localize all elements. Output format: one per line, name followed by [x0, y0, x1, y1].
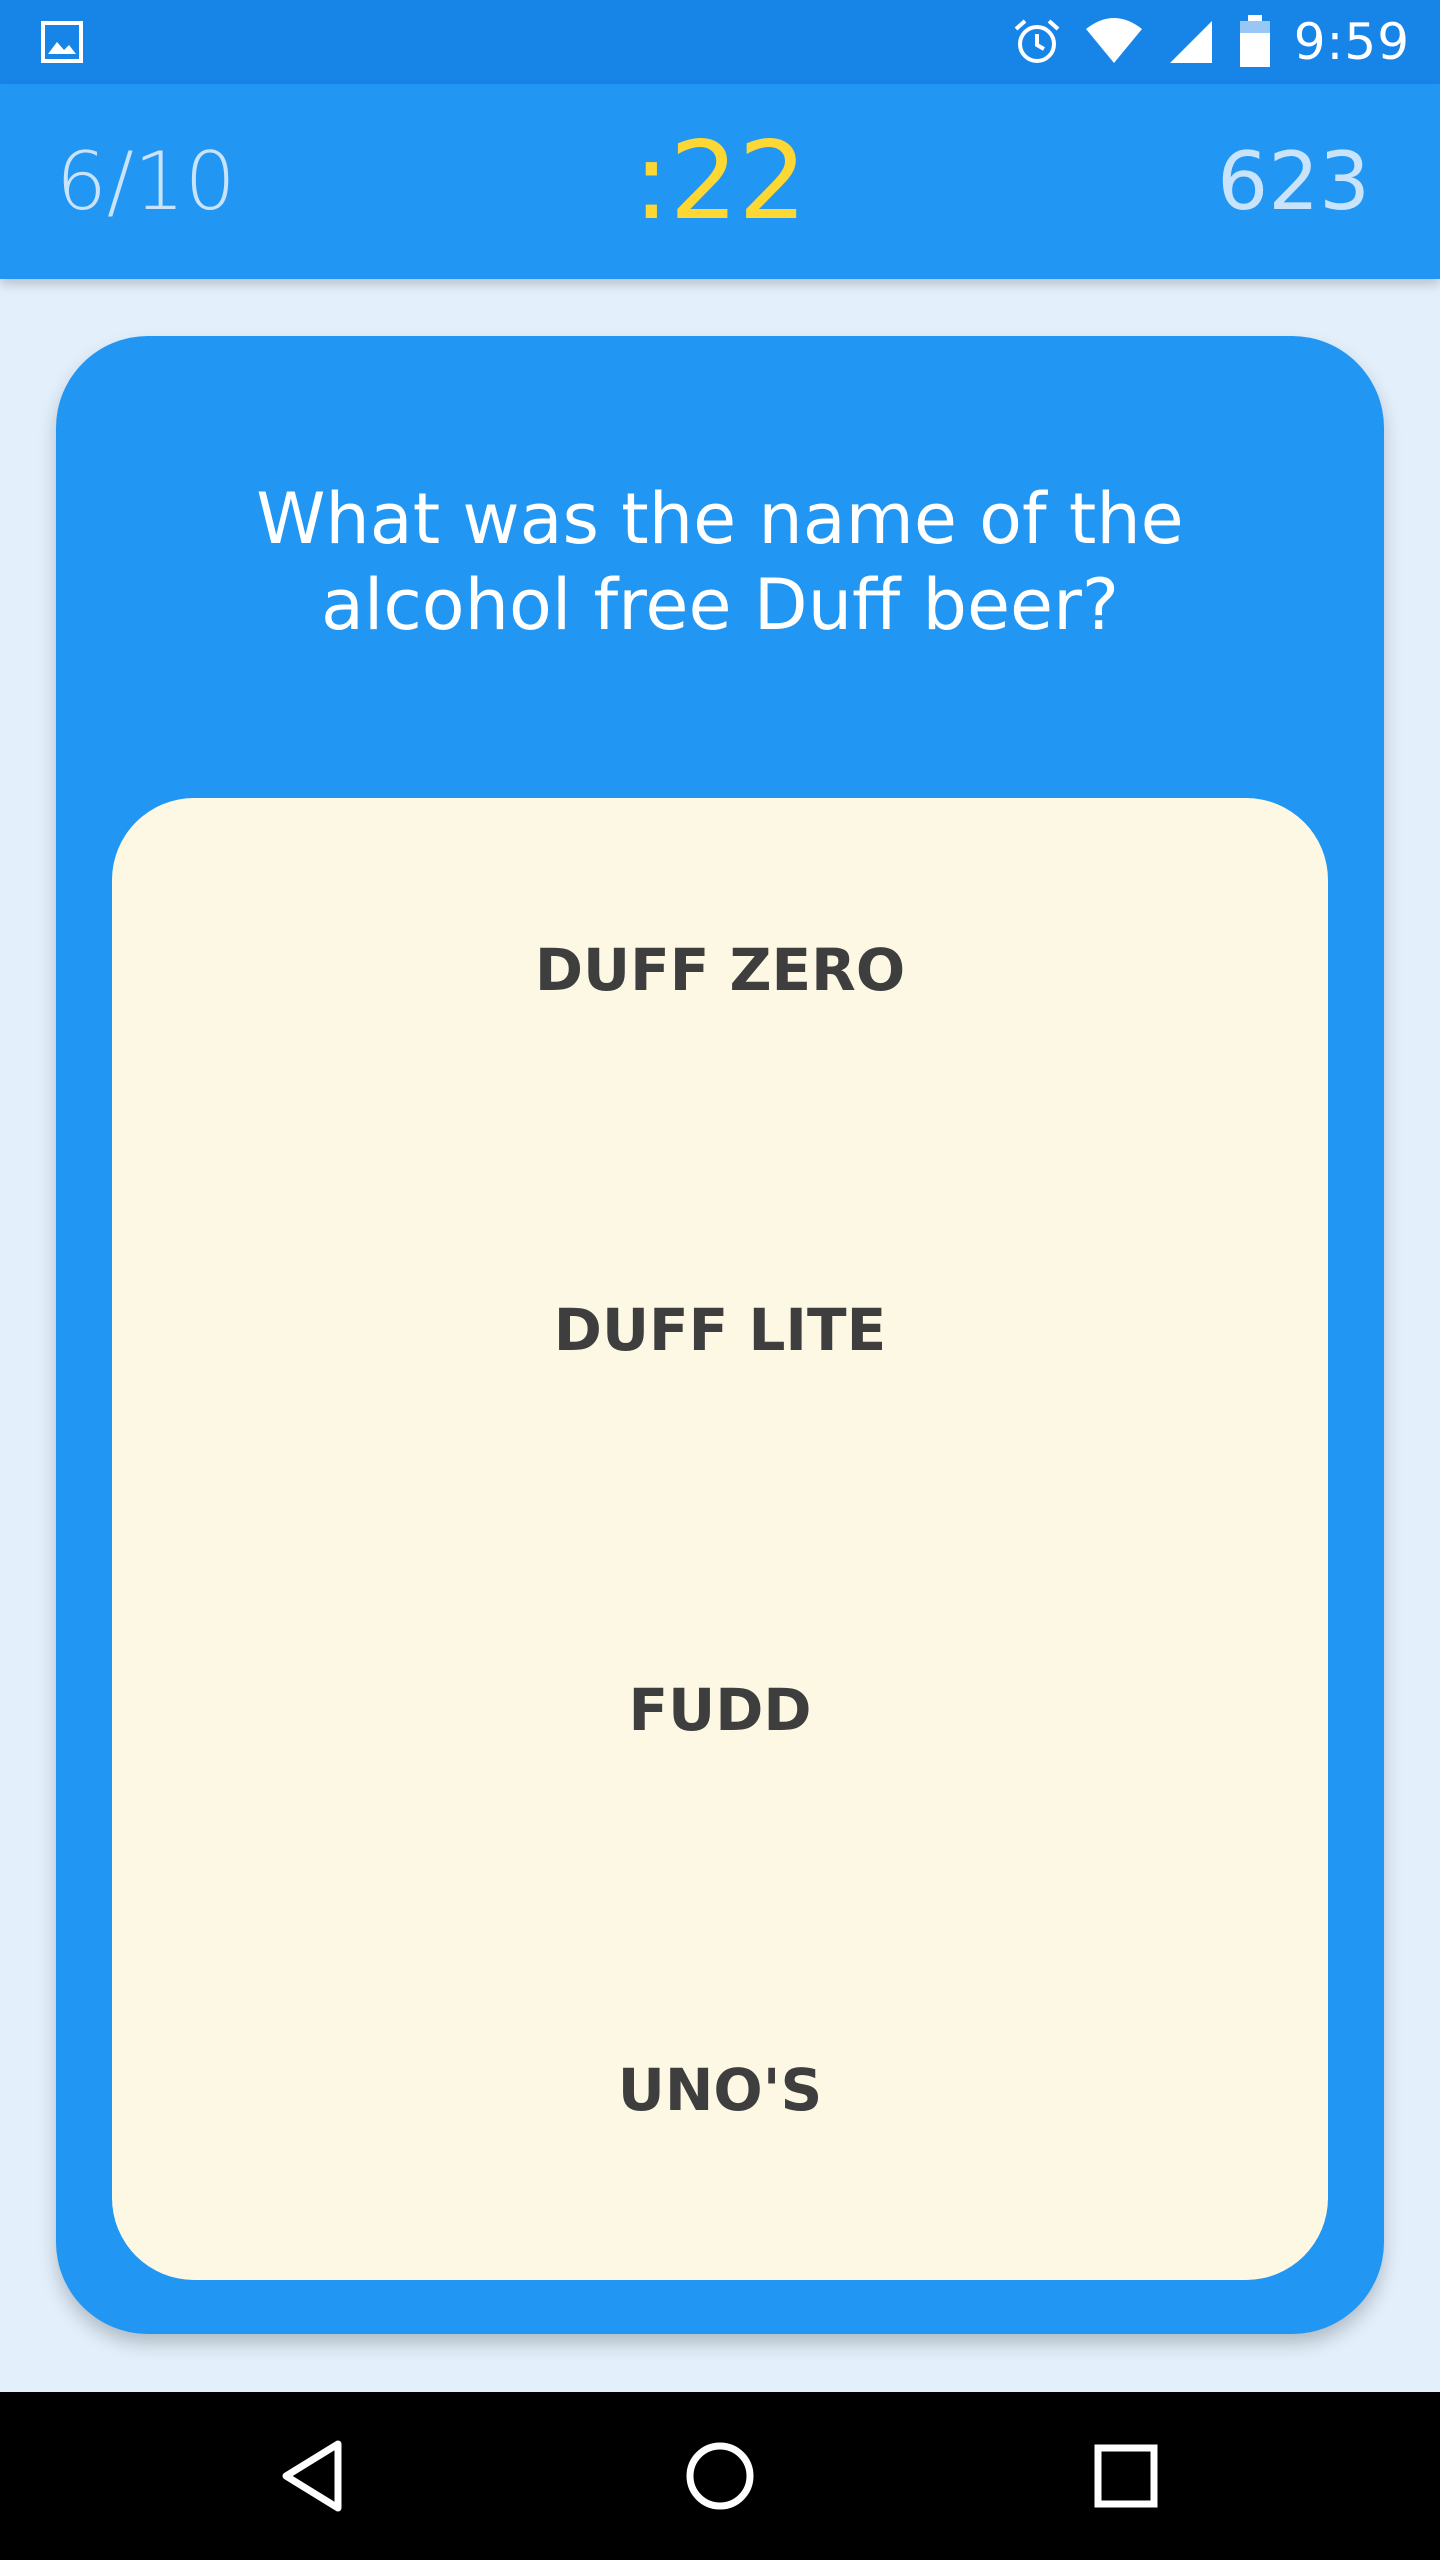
status-time: 9:59 — [1293, 13, 1410, 71]
battery-icon — [1239, 15, 1270, 67]
recents-icon[interactable] — [1076, 2426, 1176, 2526]
answer-option[interactable]: UNO'S — [112, 2056, 1328, 2124]
navigation-bar — [0, 2392, 1440, 2560]
status-bar: 9:59 — [0, 0, 1440, 84]
home-icon[interactable] — [670, 2426, 770, 2526]
cell-signal-icon — [1169, 21, 1212, 63]
answers-panel: DUFF ZERO DUFF LITE FUDD UNO'S — [112, 798, 1328, 2280]
alarm-icon — [1014, 19, 1060, 63]
question-card: What was the name of the alcohol free Du… — [56, 336, 1384, 2334]
wifi-icon — [1085, 18, 1142, 63]
back-icon[interactable] — [264, 2426, 364, 2526]
gallery-icon — [41, 21, 83, 63]
score: 623 — [1217, 135, 1370, 228]
answer-option[interactable]: FUDD — [112, 1676, 1328, 1744]
quiz-toolbar: 6/10 :22 623 — [0, 84, 1440, 279]
answer-option[interactable]: DUFF ZERO — [112, 936, 1328, 1004]
status-icons: 9:59 — [1012, 0, 1410, 84]
question-text: What was the name of the alcohol free Du… — [256, 478, 1184, 646]
answer-option[interactable]: DUFF LITE — [112, 1296, 1328, 1364]
